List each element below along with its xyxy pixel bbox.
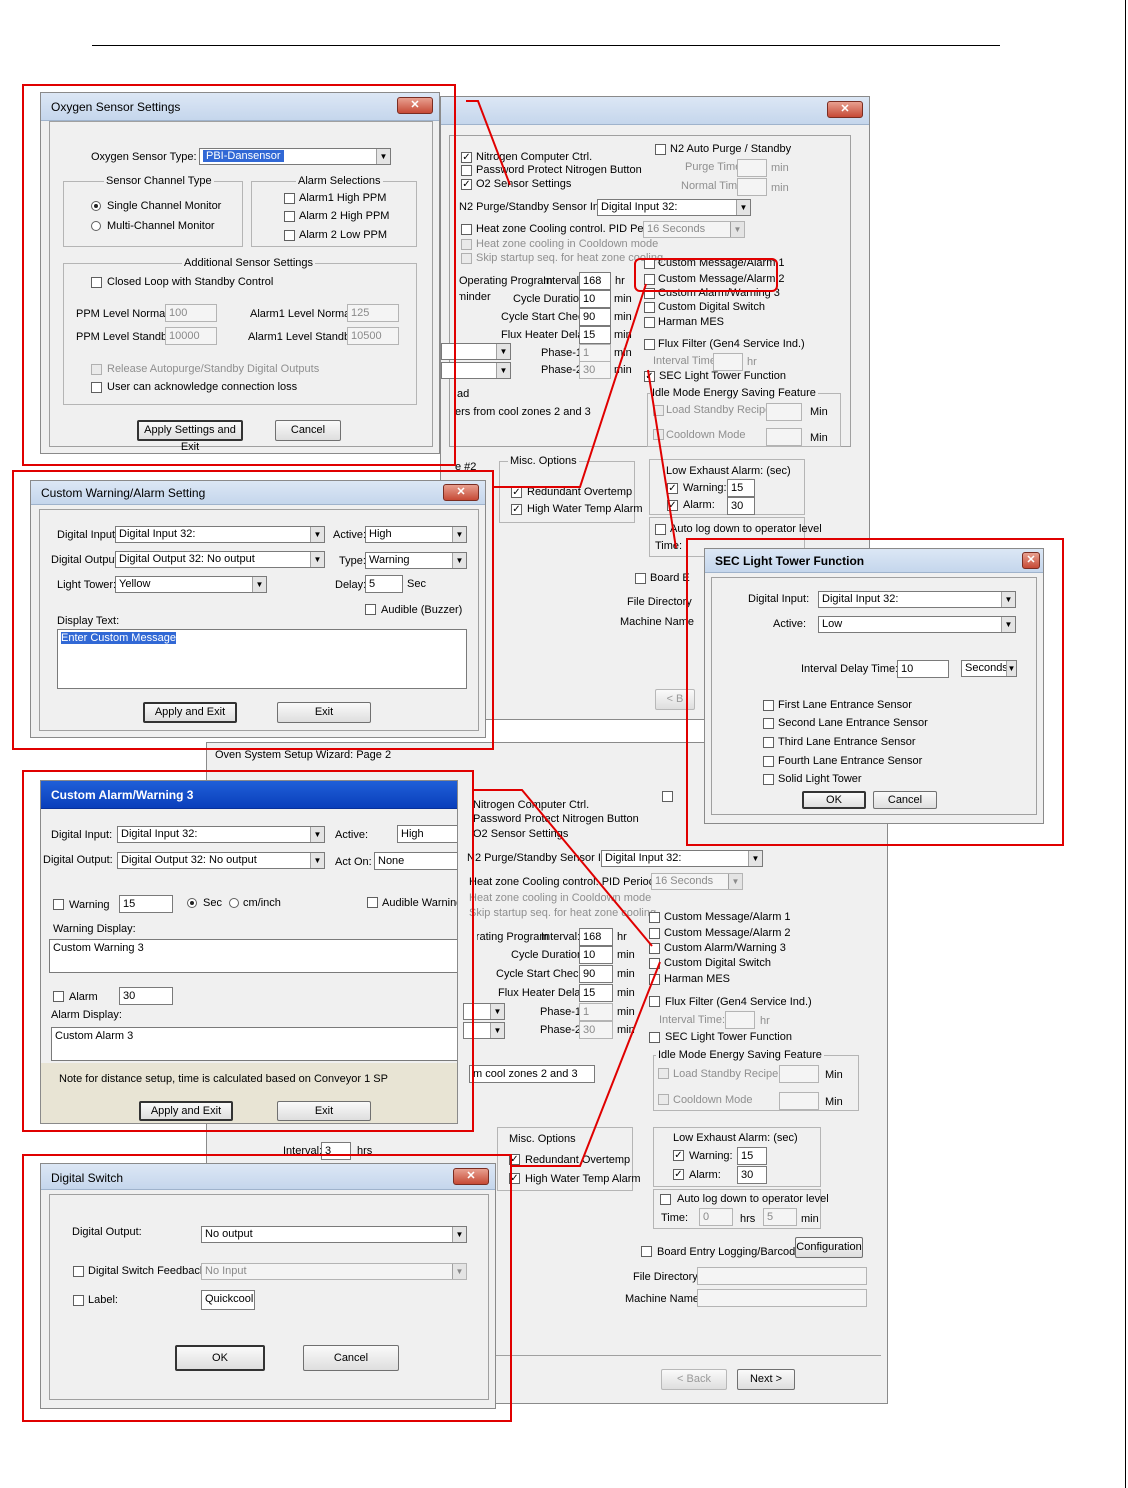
callout-lines [466,100,677,1167]
line-custom-alarm3 [474,789,653,947]
line-custom-warning [494,283,647,488]
line-digital-switch [512,961,661,1167]
line-oxygen [466,100,511,186]
line-sec-light [647,369,677,549]
